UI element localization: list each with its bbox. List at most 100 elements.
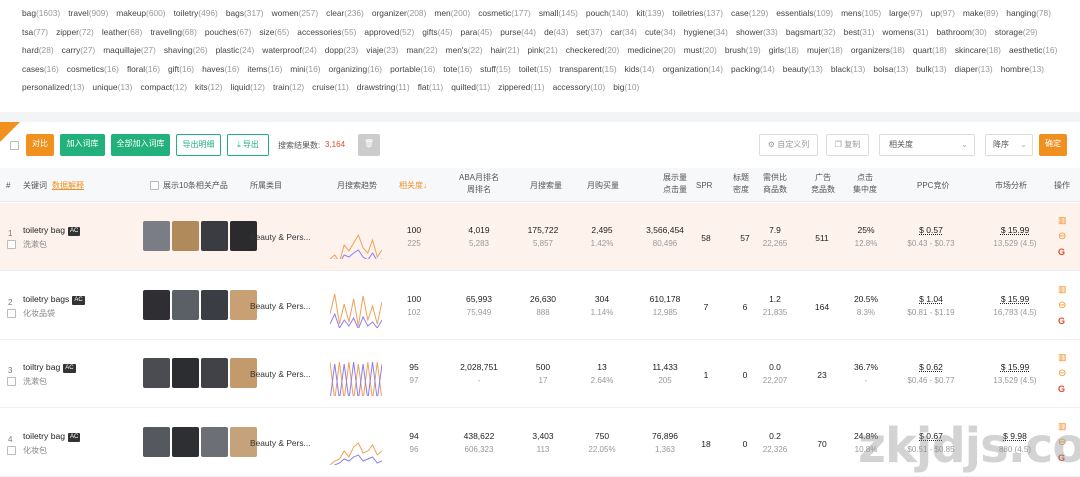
sort-field-select[interactable]: 相关度 ⌄ (879, 134, 975, 156)
keyword-tag[interactable]: cute(34) (645, 23, 676, 42)
keyword-tag[interactable]: cases(16) (22, 60, 59, 79)
keyword-tag[interactable]: brush(19) (725, 41, 761, 60)
keyword-text[interactable]: toiletry bag AC (23, 431, 81, 442)
trend-sparkline[interactable] (330, 421, 382, 465)
product-thumbnail[interactable] (201, 426, 228, 457)
keyword-tag[interactable]: accessories(55) (297, 23, 356, 42)
keyword-tag[interactable]: compact(12) (140, 78, 187, 97)
keyword-tag[interactable]: organization(14) (662, 60, 723, 79)
keyword-tag[interactable]: organizer(208) (372, 4, 426, 23)
keyword-tag[interactable]: traveling(68) (150, 23, 197, 42)
data-explain-link[interactable]: 数据解释 (52, 180, 84, 192)
keyword-tag[interactable]: pink(21) (528, 41, 558, 60)
keyword-tag[interactable]: make(89) (963, 4, 998, 23)
col-ad-competitors[interactable]: 广告 竞品数 (808, 172, 838, 196)
keyword-tag[interactable]: stuff(15) (480, 60, 511, 79)
keyword-tag[interactable]: men's(22) (446, 41, 483, 60)
row-checkbox[interactable] (7, 377, 16, 386)
product-thumbnail[interactable] (143, 426, 170, 457)
keyword-tag[interactable]: liquid(12) (231, 78, 265, 97)
keyword-tag[interactable]: plastic(24) (216, 41, 255, 60)
keyword-tag[interactable]: bulk(13) (916, 60, 946, 79)
keyword-tag[interactable]: girls(18) (769, 41, 799, 60)
keyword-tag[interactable]: de(43) (544, 23, 568, 42)
bar-chart-icon[interactable]: ▥ (1058, 284, 1068, 297)
keyword-text[interactable]: toiltry bag AC (23, 362, 76, 373)
keyword-tag[interactable]: train(12) (273, 78, 304, 97)
keyword-tag[interactable]: up(97) (931, 4, 955, 23)
keyword-tag[interactable]: tsa(77) (22, 23, 48, 42)
keyword-tag[interactable]: haves(16) (202, 60, 239, 79)
keyword-tag[interactable]: clear(236) (326, 4, 364, 23)
keyword-tag[interactable]: cruise(11) (312, 78, 349, 97)
keyword-tag[interactable]: carry(27) (62, 41, 96, 60)
keyword-tag[interactable]: mini(16) (290, 60, 320, 79)
col-monthly-purchase[interactable]: 月购买量 (587, 180, 619, 192)
keyword-tag[interactable]: big(10) (613, 78, 639, 97)
trend-sparkline[interactable] (330, 352, 382, 396)
keyword-tag[interactable]: hard(28) (22, 41, 54, 60)
keyword-tag[interactable]: dopp(23) (325, 41, 359, 60)
keyword-tag[interactable]: gift(16) (168, 60, 194, 79)
keyword-tag[interactable]: pouch(140) (586, 4, 628, 23)
keyword-tag[interactable]: bathroom(30) (937, 23, 987, 42)
keyword-tag[interactable]: hombre(13) (1001, 60, 1044, 79)
col-ppc-bid[interactable]: PPC竞价 (917, 180, 949, 192)
google-icon[interactable]: G (1058, 247, 1068, 260)
keyword-tag[interactable]: makeup(600) (116, 4, 165, 23)
keyword-tag[interactable]: case(129) (731, 4, 768, 23)
keyword-tag[interactable]: mujer(18) (807, 41, 843, 60)
keyword-tag[interactable]: hanging(78) (1006, 4, 1051, 23)
minus-circle-icon[interactable]: ⊖ (1058, 300, 1068, 313)
keyword-tag[interactable]: organizers(18) (851, 41, 905, 60)
keyword-tag[interactable]: hygiene(34) (684, 23, 728, 42)
keyword-tag[interactable]: cosmetics(16) (67, 60, 119, 79)
keyword-tag[interactable]: men(200) (434, 4, 470, 23)
product-thumbnail[interactable] (201, 289, 228, 320)
product-thumbnail[interactable] (201, 358, 228, 388)
keyword-text[interactable]: toiletry bags AC (23, 294, 85, 305)
keyword-tag[interactable]: bags(317) (226, 4, 264, 23)
bar-chart-icon[interactable]: ▥ (1058, 215, 1068, 228)
keyword-tag[interactable]: shaving(26) (164, 41, 208, 60)
keyword-text[interactable]: toiletry bag AC (23, 225, 81, 236)
keyword-tag[interactable]: accessory(10) (553, 78, 606, 97)
product-thumbnail[interactable] (143, 358, 170, 388)
keyword-tag[interactable]: toiletries(137) (672, 4, 723, 23)
product-thumbnail[interactable] (143, 221, 170, 251)
product-thumbnail[interactable] (172, 426, 199, 457)
delete-button[interactable]: 🗑 (358, 134, 380, 156)
show-products-checkbox[interactable] (150, 181, 159, 190)
copy-button[interactable]: ❐ 复制 (826, 134, 869, 156)
keyword-tag[interactable]: portable(16) (390, 60, 435, 79)
keyword-tag[interactable]: hair(21) (491, 41, 520, 60)
keyword-tag[interactable]: tote(16) (443, 60, 472, 79)
keyword-tag[interactable]: quart(18) (913, 41, 947, 60)
keyword-tag[interactable]: waterproof(24) (262, 41, 316, 60)
export-details-button[interactable]: 导出明细 (176, 134, 221, 156)
col-impressions[interactable]: 展示量 点击量 (660, 172, 690, 196)
keyword-tag[interactable]: zippered(11) (498, 78, 544, 97)
row-checkbox[interactable] (7, 308, 16, 318)
keyword-tag[interactable]: medicine(20) (627, 41, 675, 60)
minus-circle-icon[interactable]: ⊖ (1058, 231, 1068, 244)
keyword-tag[interactable]: items(16) (247, 60, 282, 79)
product-thumbnail[interactable] (172, 289, 199, 320)
product-thumbnail[interactable] (143, 289, 170, 320)
keyword-tag[interactable]: transparent(15) (559, 60, 616, 79)
col-spr[interactable]: SPR (696, 180, 712, 192)
minus-circle-icon[interactable]: ⊖ (1058, 368, 1068, 381)
col-relevance[interactable]: 相关度↓ (399, 180, 427, 192)
col-monthly-search[interactable]: 月搜索量 (530, 180, 562, 192)
sort-order-select[interactable]: 降序 ⌄ (985, 134, 1033, 156)
row-checkbox[interactable] (7, 445, 16, 455)
keyword-tag[interactable]: man(22) (406, 41, 437, 60)
keyword-tag[interactable]: approved(52) (364, 23, 414, 42)
keyword-tag[interactable]: purse(44) (500, 23, 536, 42)
keyword-tag[interactable]: aesthetic(16) (1009, 41, 1057, 60)
col-click-concentration[interactable]: 点击 集中度 (850, 172, 880, 196)
keyword-tag[interactable]: must(20) (684, 41, 717, 60)
keyword-tag[interactable]: maquillaje(27) (103, 41, 156, 60)
keyword-tag[interactable]: bolsa(13) (873, 60, 908, 79)
keyword-tag[interactable]: storage(29) (995, 23, 1038, 42)
